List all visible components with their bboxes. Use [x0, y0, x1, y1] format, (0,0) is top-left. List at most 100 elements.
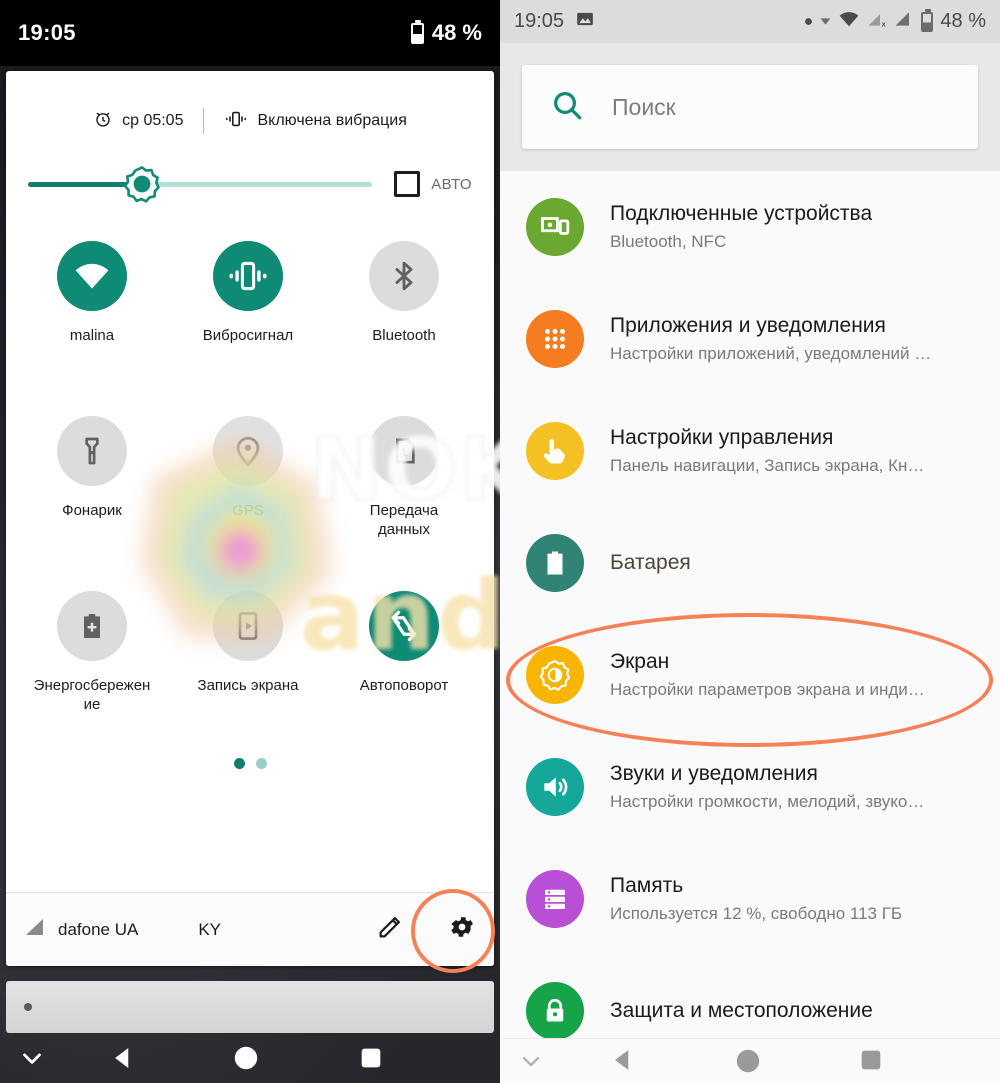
list-item-battery[interactable]: Батарея — [500, 507, 1000, 619]
tile-row: malina Вибросигнал Bluetooth — [14, 227, 486, 402]
status-left-group: 19:05 — [514, 9, 595, 34]
brightness-icon — [526, 646, 584, 704]
list-item-title: Звуки и уведомления — [610, 761, 818, 785]
battery-percent: 48 % — [431, 20, 482, 45]
flashlight-icon — [57, 416, 127, 486]
dot-indicator-icon — [804, 13, 813, 31]
status-clock: 19:05 — [514, 10, 565, 32]
chevron-down-icon[interactable] — [17, 1043, 47, 1073]
list-item-storage[interactable]: Память Используется 12 %, свободно 113 Г… — [500, 843, 1000, 955]
alarm-clock-icon — [93, 109, 113, 134]
page-dot-active[interactable] — [233, 758, 245, 769]
carrier-primary: dafone UA — [58, 919, 139, 939]
right-phone-panel: 19:05 x 48 % Поиск Подключенные устройст… — [500, 0, 1000, 1083]
bluetooth-icon — [369, 241, 439, 311]
search-bar-container: Поиск — [500, 43, 1000, 171]
ringer-text: Включена вибрация — [257, 112, 407, 129]
edit-pencil-icon[interactable] — [376, 913, 404, 946]
quick-settings-tiles: malina Вибросигнал Bluetooth Фонарик GPS… — [6, 213, 494, 752]
svg-text:x: x — [882, 19, 887, 28]
status-clock: 19:05 — [18, 20, 76, 45]
tile-mobile-data[interactable]: 1 Передача данных — [326, 402, 482, 577]
list-item-title: Подключенные устройства — [610, 201, 873, 225]
list-item-display[interactable]: Экран Настройки параметров экрана и инди… — [500, 619, 1000, 731]
back-icon[interactable] — [107, 1043, 137, 1073]
signal-icon — [894, 10, 914, 33]
screen-record-icon — [213, 591, 283, 661]
auto-brightness-toggle[interactable]: АВТО — [394, 171, 472, 197]
lock-icon — [526, 982, 584, 1039]
navigation-bar-right — [500, 1038, 1000, 1083]
tile-flashlight[interactable]: Фонарик — [14, 402, 170, 577]
list-item-title: Экран — [610, 649, 670, 673]
quick-settings-header: ср 05:05 Включена вибрация — [6, 93, 494, 149]
list-item-apps-notifications[interactable]: Приложения и уведомления Настройки прило… — [500, 283, 1000, 395]
back-icon[interactable] — [607, 1045, 637, 1075]
wifi-icon — [57, 241, 127, 311]
signal-no-service-icon: x — [867, 10, 887, 33]
list-item-text: Экран Настройки параметров экрана и инди… — [610, 648, 925, 703]
tile-auto-rotate[interactable]: Автоповорот — [326, 577, 482, 752]
recents-icon[interactable] — [358, 1045, 384, 1071]
left-phone-panel: 19:05 48 % ср 05:05 Включена вибрация АВ… — [0, 0, 500, 1083]
vibrate-icon — [224, 109, 248, 134]
home-icon[interactable] — [232, 1044, 260, 1072]
list-item-text: Батарея — [610, 549, 691, 576]
ringer-status[interactable]: Включена вибрация — [224, 109, 407, 134]
list-item-subtitle: Bluetooth, NFC — [610, 231, 727, 251]
brightness-thumb[interactable] — [122, 164, 162, 204]
tile-label: Bluetooth — [372, 327, 436, 344]
list-item-title: Батарея — [610, 551, 691, 575]
signal-icon — [24, 917, 46, 942]
tile-row: Фонарик GPS 1 Передача данных — [14, 402, 486, 577]
volume-icon — [526, 758, 584, 816]
list-item-title: Память — [610, 873, 684, 897]
header-divider — [203, 108, 205, 134]
search-icon — [550, 88, 584, 127]
screenshot-image-icon — [575, 9, 595, 34]
chevron-down-icon[interactable] — [517, 1047, 545, 1075]
list-item-security-location[interactable]: Защита и местоположение — [500, 955, 1000, 1039]
tile-label: Энергосбережение — [33, 677, 151, 713]
status-bar-right: 19:05 x 48 % — [500, 0, 1000, 43]
list-item-subtitle: Настройки громкости, мелодий, звуко… — [610, 791, 925, 811]
tile-bluetooth[interactable]: Bluetooth — [326, 227, 482, 402]
quick-settings-panel: ср 05:05 Включена вибрация АВТО malina В… — [6, 71, 494, 966]
battery-icon — [410, 19, 424, 44]
battery-saver-icon — [57, 591, 127, 661]
tile-vibrate[interactable]: Вибросигнал — [170, 227, 326, 402]
battery-icon — [921, 8, 934, 32]
tile-label: Автоповорот — [359, 677, 449, 694]
recents-icon[interactable] — [858, 1047, 884, 1073]
list-item-sounds-notifications[interactable]: Звуки и уведомления Настройки громкости,… — [500, 731, 1000, 843]
notification-shade-strip[interactable] — [6, 981, 494, 1033]
alarm-status[interactable]: ср 05:05 — [93, 109, 183, 134]
tile-wifi[interactable]: malina — [14, 227, 170, 402]
tile-label: Фонарик — [62, 502, 122, 519]
carrier-secondary: KY — [198, 919, 222, 939]
search-input[interactable]: Поиск — [522, 65, 978, 149]
tile-gps[interactable]: GPS — [170, 402, 326, 577]
tile-label: Вибросигнал — [202, 327, 294, 344]
tile-battery-saver[interactable]: Энергосбережение — [14, 577, 170, 752]
brightness-slider[interactable] — [28, 166, 373, 203]
caret-down-icon — [820, 13, 831, 31]
page-dot[interactable] — [255, 758, 267, 769]
auto-brightness-checkbox[interactable] — [394, 171, 421, 197]
list-item-title: Защита и местоположение — [610, 999, 873, 1023]
list-item-control-settings[interactable]: Настройки управления Панель навигации, З… — [500, 395, 1000, 507]
home-icon[interactable] — [734, 1047, 762, 1075]
tile-screen-record[interactable]: Запись экрана — [170, 577, 326, 752]
devices-icon — [526, 198, 584, 256]
list-item-text: Звуки и уведомления Настройки громкости,… — [610, 760, 924, 815]
list-item-subtitle: Используется 12 %, свободно 113 ГБ — [610, 903, 903, 923]
sim-card-1-icon: 1 — [369, 416, 439, 486]
status-bar-left: 19:05 48 % — [0, 0, 500, 66]
list-item-text: Настройки управления Панель навигации, З… — [610, 424, 924, 479]
tile-label: Запись экрана — [197, 677, 299, 694]
settings-gear-icon[interactable] — [448, 913, 476, 946]
list-item-subtitle: Панель навигации, Запись экрана, Кн… — [610, 455, 925, 475]
list-item-title: Приложения и уведомления — [610, 313, 886, 337]
tile-label: GPS — [232, 502, 264, 519]
list-item-connected-devices[interactable]: Подключенные устройства Bluetooth, NFC — [500, 171, 1000, 283]
